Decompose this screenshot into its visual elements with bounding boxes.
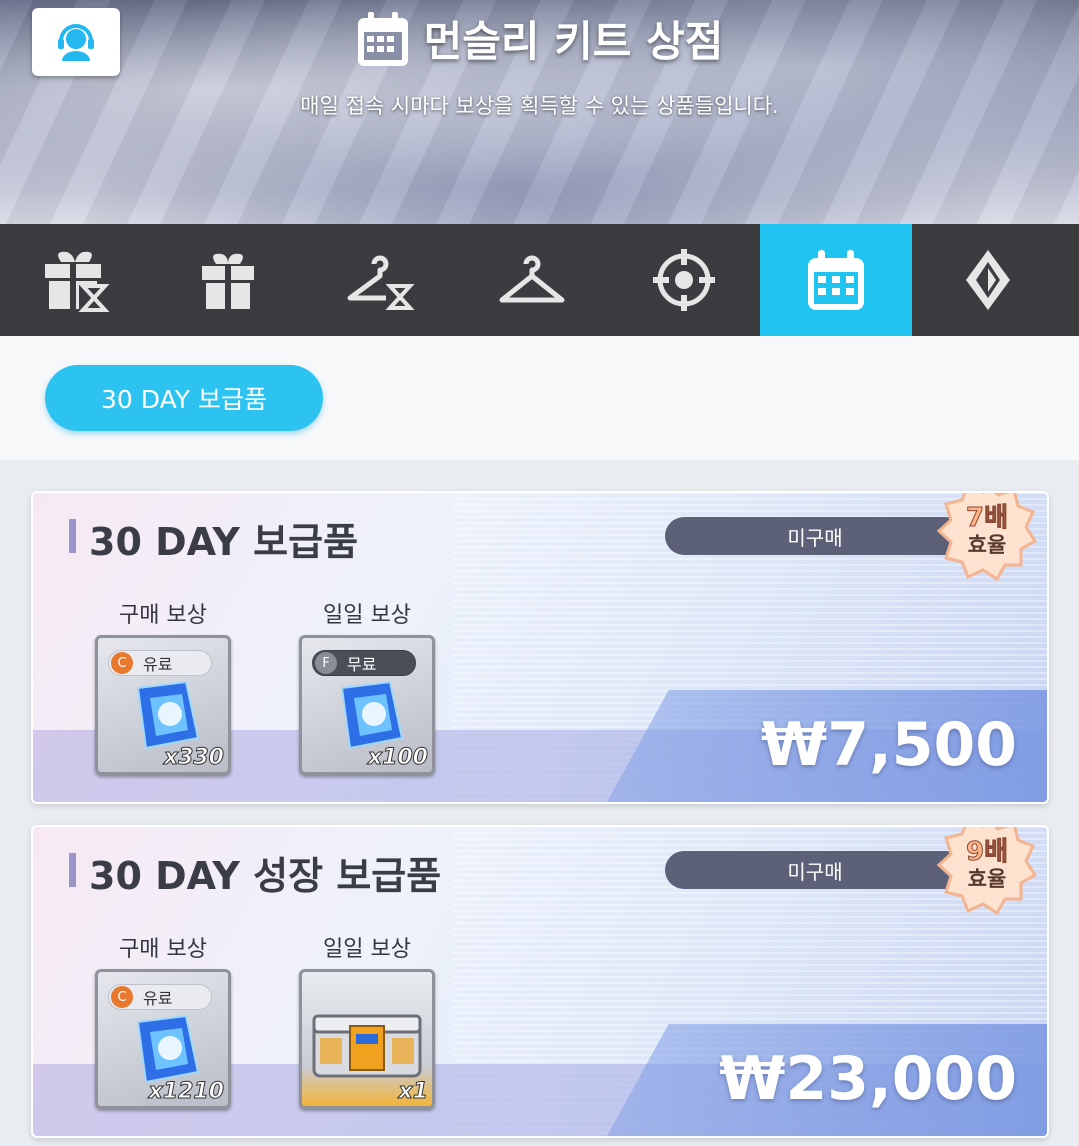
- free-tag: F 무료: [312, 650, 416, 676]
- tag-label: 무료: [347, 655, 377, 674]
- category-tabbar: [0, 224, 1079, 352]
- tab-monthly-kit[interactable]: [760, 224, 912, 352]
- page-subtitle: 매일 접속 시마다 보상을 획득할 수 있는 상품들입니다.: [300, 94, 779, 118]
- tab-costume[interactable]: [456, 224, 608, 336]
- product-card-30day-supply[interactable]: 30 DAY 보급품 미구매 7배 효율 구매 보상 일일 보상 C 유료 x3…: [31, 491, 1049, 804]
- title-accent-bar: [69, 853, 76, 887]
- tab-gift[interactable]: [152, 224, 304, 336]
- calendar-icon: [357, 11, 408, 66]
- product-title: 30 DAY 성장 보급품: [89, 854, 442, 898]
- header-banner: 먼슬리 키트 상점 매일 접속 시마다 보상을 획득할 수 있는 상품들입니다.: [0, 0, 1079, 224]
- subtab-area: 30 DAY 보급품: [0, 336, 1079, 460]
- gift-icon: [202, 253, 254, 309]
- efficiency-badge: 9배 효율: [937, 827, 1037, 915]
- item-quantity: x1: [398, 1079, 428, 1105]
- hanger-timer-icon: [347, 255, 416, 310]
- title-accent-bar: [69, 519, 76, 553]
- tab-gift-timer[interactable]: [0, 224, 152, 336]
- tab-special[interactable]: [912, 224, 1064, 336]
- gift-timer-icon: [45, 251, 110, 312]
- coin-c-icon: C: [111, 652, 133, 674]
- tag-label: 유료: [143, 655, 173, 674]
- daily-reward-label: 일일 보상: [323, 937, 411, 962]
- item-quantity: x100: [367, 745, 428, 771]
- product-title: 30 DAY 보급품: [89, 520, 359, 564]
- hanger-icon: [499, 255, 565, 303]
- item-quantity: x330: [163, 745, 224, 771]
- badge-label: 효율: [967, 533, 1007, 557]
- tag-label: 유료: [143, 989, 173, 1008]
- price-button[interactable]: ₩7,500: [761, 710, 1017, 780]
- daily-reward-item[interactable]: F 무료 x100: [299, 635, 435, 775]
- purchase-reward-item[interactable]: C 유료 x1210: [95, 969, 231, 1109]
- daily-reward-label: 일일 보상: [323, 603, 411, 628]
- purchase-reward-label: 구매 보상: [119, 937, 207, 962]
- page-title: 먼슬리 키트 상점: [423, 17, 724, 66]
- badge-multiplier: 7배: [965, 503, 1008, 533]
- product-card-30day-growth-supply[interactable]: 30 DAY 성장 보급품 미구매 9배 효율 구매 보상 일일 보상 C 유료…: [31, 825, 1049, 1138]
- badge-multiplier: 9배: [965, 837, 1008, 867]
- paid-tag: C 유료: [108, 650, 212, 676]
- item-quantity: x1210: [148, 1079, 224, 1105]
- badge-label: 효율: [967, 867, 1007, 891]
- purchase-status: 미구매: [665, 517, 965, 555]
- price-button[interactable]: ₩23,000: [719, 1044, 1017, 1114]
- target-icon: [653, 249, 715, 311]
- efficiency-badge: 7배 효율: [937, 493, 1037, 581]
- diamond-emblem-icon: [966, 250, 1010, 310]
- coin-c-icon: C: [111, 986, 133, 1008]
- tab-costume-timer[interactable]: [304, 224, 456, 336]
- subtab-30day-supply[interactable]: 30 DAY 보급품: [45, 365, 323, 431]
- purchase-reward-label: 구매 보상: [119, 603, 207, 628]
- paid-tag: C 유료: [108, 984, 212, 1010]
- coin-f-icon: F: [315, 652, 337, 674]
- tab-target[interactable]: [608, 224, 760, 336]
- purchase-status: 미구매: [665, 851, 965, 889]
- daily-reward-item[interactable]: x1: [299, 969, 435, 1109]
- title-row: 먼슬리 키트 상점: [0, 8, 1079, 69]
- calendar-icon: [808, 250, 864, 310]
- purchase-reward-item[interactable]: C 유료 x330: [95, 635, 231, 775]
